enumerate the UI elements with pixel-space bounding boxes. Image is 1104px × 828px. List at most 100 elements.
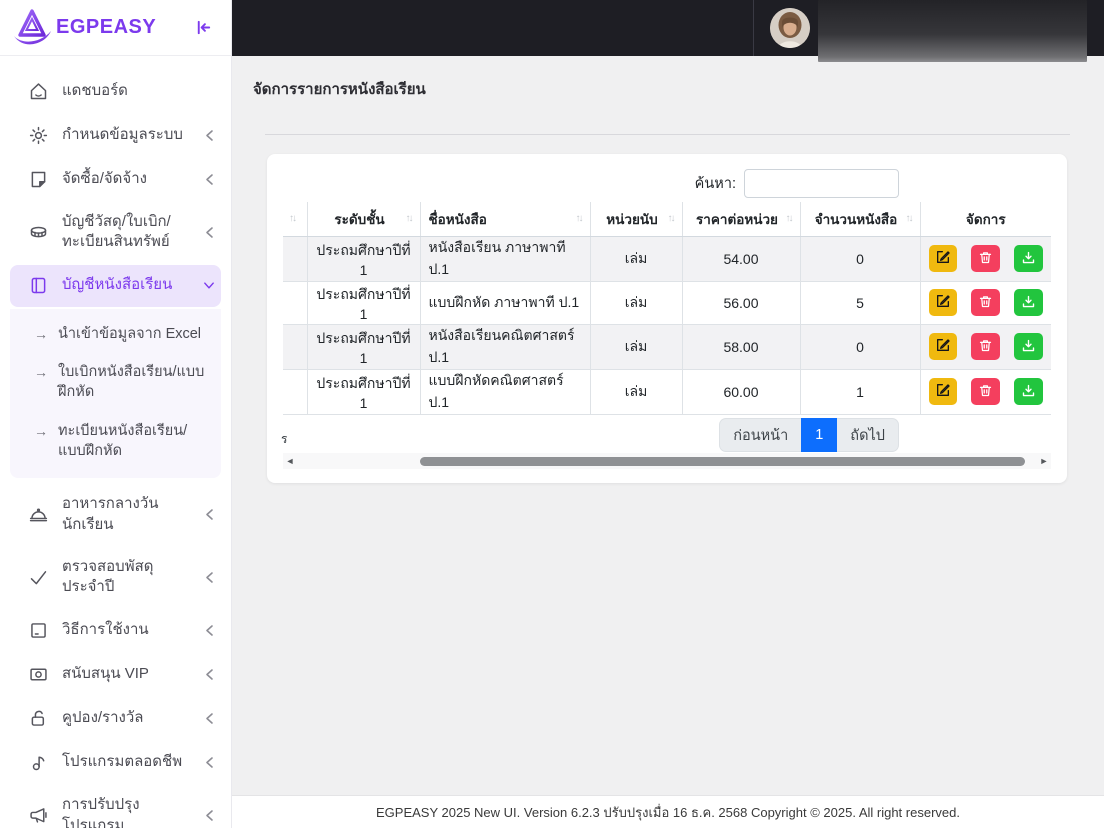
book-name-cell: แบบฝึกหัด ภาษาพาที ป.1 (420, 281, 591, 325)
sidebar-item-how-to-use[interactable]: วิธีการใช้งาน (10, 609, 221, 651)
pagination-next-button[interactable]: ถัดไป (837, 418, 899, 452)
edit-button[interactable] (928, 333, 958, 360)
column-header-grade-level[interactable]: ระดับชั้น ↑↓ (307, 202, 421, 237)
edit-button[interactable] (928, 245, 958, 272)
column-header-unit[interactable]: หน่วยนับ ↑↓ (590, 202, 683, 237)
unit-cell: เล่ม (590, 281, 683, 325)
user-avatar[interactable] (770, 8, 810, 48)
edit-button[interactable] (928, 289, 958, 316)
sidebar-item-coupons-rewards[interactable]: คูปอง/รางวัล (10, 697, 221, 739)
sidebar-item-procurement[interactable]: จัดซื้อ/จัดจ้าง (10, 158, 221, 200)
arrow-right-icon: → (34, 422, 48, 439)
download-button[interactable] (1014, 333, 1043, 360)
book-icon (27, 275, 49, 297)
sidebar-item-materials-ledger[interactable]: บัญชีวัสดุ/ใบเบิก/ทะเบียนสินทรัพย์ (10, 202, 221, 263)
index-cell (283, 369, 308, 415)
arrow-right-icon: → (34, 364, 48, 381)
sidebar-item-system-settings[interactable]: กำหนดข้อมูลระบบ (10, 114, 221, 156)
delete-button[interactable] (971, 289, 1001, 316)
lock-open-icon (27, 707, 49, 729)
download-button[interactable] (1014, 378, 1043, 405)
download-button[interactable] (1014, 289, 1043, 316)
chevron-left-icon (203, 571, 215, 584)
collapse-sidebar-button[interactable] (191, 16, 215, 40)
chevron-left-icon (203, 129, 215, 142)
sidebar-item-support-vip[interactable]: สนับสนุน VIP (10, 653, 221, 695)
footer: EGPEASY 2025 New UI. Version 6.2.3 ปรับป… (232, 795, 1104, 828)
sidebar-item-lifetime-program[interactable]: โปรแกรมตลอดชีพ (10, 741, 221, 783)
pagination-page-1-button[interactable]: 1 (801, 418, 838, 452)
download-icon (1021, 383, 1036, 401)
edit-pencil-icon (935, 249, 951, 268)
page-title: จัดการรายการหนังสือเรียน (253, 81, 426, 98)
delete-button[interactable] (971, 378, 1001, 405)
egpeasy-logo-icon (10, 8, 54, 48)
scroll-left-arrow-icon[interactable]: ◄ (283, 453, 297, 469)
scroll-right-arrow-icon[interactable]: ► (1037, 453, 1051, 469)
column-header-book-name[interactable]: ชื่อหนังสือ ↑↓ (420, 202, 591, 237)
quantity-cell: 1 (800, 369, 921, 415)
trash-icon (978, 338, 993, 356)
column-header-quantity[interactable]: จำนวนหนังสือ ↑↓ (800, 202, 921, 237)
edit-button[interactable] (928, 378, 958, 405)
submenu-item-import-excel[interactable]: → นำเข้าข้อมูลจาก Excel (10, 315, 221, 354)
index-cell (283, 281, 308, 325)
textbook-table-card: ค้นหา: ↑↓ ระดับชั้น ↑↓ ชื่อหนังสือ ↑↓ หน… (267, 154, 1067, 483)
sidebar-item-program-updates[interactable]: การปรับปรุงโปรแกรม (10, 785, 221, 828)
chevron-down-icon (203, 281, 215, 290)
grade-cell: ประถมศึกษาปีที่ 1 (307, 281, 421, 325)
unit-cell: เล่ม (590, 369, 683, 415)
horizontal-scrollbar[interactable]: ◄ ► (283, 453, 1051, 469)
actions-cell (920, 369, 1051, 415)
search-row: ค้นหา: (695, 169, 899, 198)
actions-cell (920, 324, 1051, 370)
pagination-previous-button[interactable]: ก่อนหน้า (719, 418, 802, 452)
chevron-left-icon (203, 173, 215, 186)
download-icon (1021, 250, 1036, 268)
pagination: ก่อนหน้า 1 ถัดไป (719, 418, 899, 452)
price-cell: 58.00 (682, 324, 801, 370)
topbar-divider (753, 0, 754, 56)
food-cloche-icon (27, 504, 49, 526)
edit-pencil-icon (935, 293, 951, 312)
sidebar-item-annual-inventory-check[interactable]: ตรวจสอบพัสดุประจำปี (10, 547, 221, 608)
title-divider (265, 134, 1070, 135)
sort-icon: ↑↓ (785, 213, 794, 225)
check-icon (27, 566, 49, 588)
grade-cell: ประถมศึกษาปีที่ 1 (307, 369, 421, 415)
download-icon (1021, 338, 1036, 356)
column-header-unit-price[interactable]: ราคาต่อหน่วย ↑↓ (682, 202, 801, 237)
sidebar-item-label: โปรแกรมตลอดชีพ (62, 753, 183, 771)
chevron-left-icon (203, 756, 215, 769)
scrollbar-thumb[interactable] (420, 457, 1025, 466)
index-cell (283, 236, 308, 282)
table-row: ประถมศึกษาปีที่ 1 แบบฝึกหัด ภาษาพาที ป.1… (283, 281, 1051, 325)
quantity-cell: 0 (800, 236, 921, 282)
square-doc-icon (27, 619, 49, 641)
download-button[interactable] (1014, 245, 1043, 272)
column-header-index[interactable]: ↑↓ (283, 202, 308, 237)
delete-button[interactable] (971, 245, 1001, 272)
book-name-cell: หนังสือเรียน ภาษาพาที ป.1 (420, 236, 591, 282)
book-name-cell: แบบฝึกหัดคณิตศาสตร์ ป.1 (420, 369, 591, 415)
submenu-item-textbook-register[interactable]: → ทะเบียนหนังสือเรียน/แบบฝึกหัด (10, 412, 221, 471)
sidebar-item-student-lunch[interactable]: อาหารกลางวันนักเรียน (10, 484, 221, 545)
column-header-manage: จัดการ (920, 202, 1051, 237)
chevron-left-icon (203, 624, 215, 637)
home-icon (27, 80, 49, 102)
unit-cell: เล่ม (590, 324, 683, 370)
music-note-icon (27, 751, 49, 773)
sidebar: EGPEASY แดชบอร์ด กำหนดข้อมูลระบบ จัดซื้อ… (0, 0, 232, 828)
grade-cell: ประถมศึกษาปีที่ 1 (307, 236, 421, 282)
user-name-redacted (818, 0, 1087, 62)
sidebar-item-textbook-ledger[interactable]: บัญชีหนังสือเรียน (10, 264, 221, 307)
delete-button[interactable] (971, 333, 1001, 360)
submenu-item-label: ใบเบิกหนังสือเรียน/แบบฝึกหัด (58, 364, 205, 401)
sort-icon: ↑↓ (667, 213, 676, 225)
note-icon (27, 168, 49, 190)
submenu-item-textbook-requisition[interactable]: → ใบเบิกหนังสือเรียน/แบบฝึกหัด (10, 353, 221, 412)
textbook-submenu: → นำเข้าข้อมูลจาก Excel → ใบเบิกหนังสือเ… (10, 308, 221, 479)
search-input[interactable] (744, 169, 899, 198)
sidebar-item-dashboard[interactable]: แดชบอร์ด (10, 70, 221, 112)
actions-cell (920, 236, 1051, 282)
